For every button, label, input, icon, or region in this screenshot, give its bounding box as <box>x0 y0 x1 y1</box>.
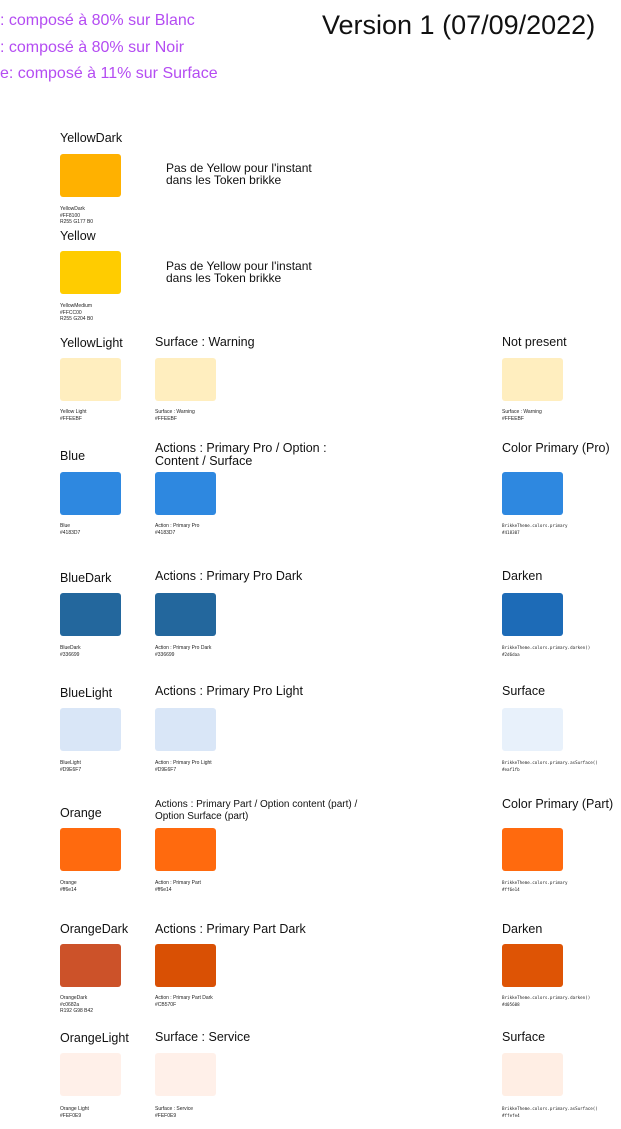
legend-line-3: e: composé à 11% sur Surface <box>0 65 218 82</box>
caption-darken-blue: BrikkeTheme.colors.primary.darken() #2d6d… <box>502 645 591 657</box>
legend-line-1: : composé à 80% sur Blanc <box>0 12 195 29</box>
row-title-blue: Blue <box>60 449 86 463</box>
swatch-color-primary-pro <box>502 472 563 515</box>
col-title-surface-warning: Surface : Warning <box>155 335 255 349</box>
col-title-darken-blue: Darken <box>502 569 543 583</box>
swatch-orangedark <box>60 944 121 987</box>
caption-bluedark: BlueDark #336699 <box>60 645 81 658</box>
row-title-orangedark: OrangeDark <box>60 922 129 936</box>
col-title-surface-blue: Surface <box>502 684 546 698</box>
swatch-orange <box>60 828 121 871</box>
col-title-primary-pro-light: Actions : Primary Pro Light <box>155 684 303 698</box>
row-title-yellowdark: YellowDark <box>60 131 123 145</box>
col-title-primary-part-dark: Actions : Primary Part Dark <box>155 922 306 936</box>
caption-surface-warning: Surface : Warning #FFEEBF <box>155 409 195 422</box>
swatch-yellowlight <box>60 358 121 401</box>
caption-darken-orange: BrikkeTheme.colors.primary.darken() #d056… <box>502 995 591 1007</box>
swatch-surface-service <box>155 1053 216 1096</box>
caption-yellow: YellowMedium #FFCC00 R255 G204 B0 <box>60 303 94 322</box>
row-title-bluelight: BlueLight <box>60 686 113 700</box>
col-title-darken-orange: Darken <box>502 922 543 936</box>
row-title-orangelight: OrangeLight <box>60 1031 129 1045</box>
caption-primary-part-dark: Action : Primary Part Dark #CB570F <box>155 995 213 1008</box>
swatch-not-present <box>502 358 563 401</box>
caption-orange: Orange #ff6e14 <box>60 880 77 893</box>
caption-bluelight: BlueLight #D9E6F7 <box>60 760 82 773</box>
caption-primary-pro-light: Action : Primary Pro Light #D9E6F7 <box>155 760 212 773</box>
swatch-blue <box>60 472 121 515</box>
swatch-primary-pro-dark <box>155 593 216 636</box>
col-title-surface-service: Surface : Service <box>155 1030 251 1044</box>
col-title-primary-pro-dark: Actions : Primary Pro Dark <box>155 569 303 583</box>
caption-blue: Blue #4183D7 <box>60 523 81 536</box>
caption-surface-orange: BrikkeTheme.colors.primary.asSurface() #f… <box>502 1106 598 1118</box>
swatch-yellow <box>60 251 121 294</box>
legend-line-2: : composé à 80% sur Noir <box>0 39 185 56</box>
caption-surface-service: Surface : Service #FEF0E9 <box>155 1106 194 1119</box>
swatch-orangelight <box>60 1053 121 1096</box>
col-title-not-present: Not present <box>502 335 567 349</box>
row-title-orange: Orange <box>60 806 102 820</box>
caption-orangelight: Orange Light #FEF0E9 <box>60 1106 89 1119</box>
caption-not-present: Surface : Warning #FFEEBF <box>502 409 542 422</box>
swatch-yellowdark <box>60 154 121 197</box>
note-no-yellow-token-1: Pas de Yellow pour l'instant dans les Tok… <box>166 161 312 187</box>
swatch-color-primary-part <box>502 828 563 871</box>
caption-yellowdark: YellowDark #FF8100 R255 G177 B0 <box>60 206 94 225</box>
swatch-darken-blue <box>502 593 563 636</box>
note-no-yellow-token-2: Pas de Yellow pour l'instant dans les Tok… <box>166 259 312 285</box>
row-title-yellowlight: YellowLight <box>60 336 123 350</box>
swatch-surface-warning <box>155 358 216 401</box>
col-title-color-primary-part: Color Primary (Part) <box>502 797 614 811</box>
swatch-bluelight <box>60 708 121 751</box>
caption-orangedark: OrangeDark #c0682a R192 G98 B42 <box>60 995 94 1014</box>
col-title-primary-pro: Actions : Primary Pro / Option : Content … <box>155 441 327 468</box>
row-title-bluedark: BlueDark <box>60 571 112 585</box>
swatch-darken-orange <box>502 944 563 987</box>
swatch-primary-pro-light <box>155 708 216 751</box>
col-title-surface-orange: Surface <box>502 1030 546 1044</box>
version-title: Version 1 (07/09/2022) <box>322 10 596 40</box>
caption-primary-part: Action : Primary Part #ff6e14 <box>155 880 201 893</box>
swatch-bluedark <box>60 593 121 636</box>
swatch-surface-blue <box>502 708 563 751</box>
row-title-yellow: Yellow <box>60 229 96 243</box>
caption-primary-pro-dark: Action : Primary Pro Dark #336699 <box>155 645 212 658</box>
caption-color-primary-pro: BrikkeTheme.colors.primary #418307 <box>502 523 568 535</box>
col-title-primary-part: Actions : Primary Part / Option content … <box>155 799 358 822</box>
caption-primary-pro: Action : Primary Pro #4183D7 <box>155 523 200 536</box>
caption-yellowlight: Yellow Light #FFEEBF <box>60 409 87 422</box>
swatch-primary-part <box>155 828 216 871</box>
col-title-color-primary-pro: Color Primary (Pro) <box>502 441 610 455</box>
swatch-primary-pro <box>155 472 216 515</box>
swatch-surface-orange <box>502 1053 563 1096</box>
caption-surface-blue: BrikkeTheme.colors.primary.asSurface() #e… <box>502 760 598 772</box>
caption-color-primary-part: BrikkeTheme.colors.primary #ff6e14 <box>502 880 568 892</box>
swatch-primary-part-dark <box>155 944 216 987</box>
